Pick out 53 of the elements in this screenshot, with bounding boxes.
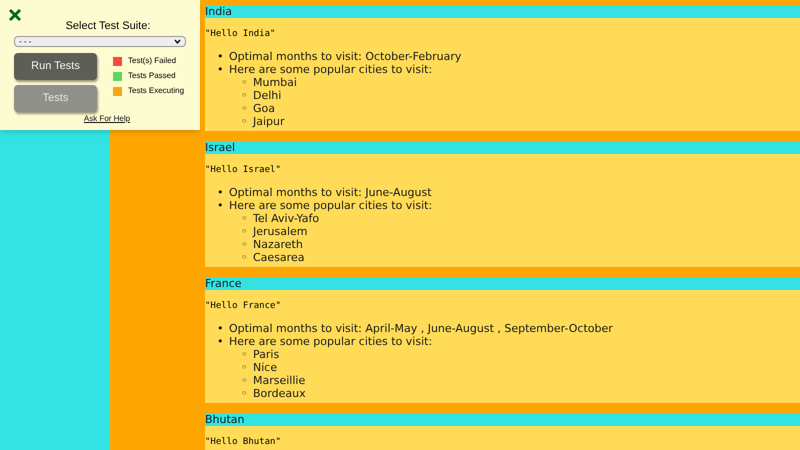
greeting-code: "Hello France" — [205, 300, 281, 312]
fact-text: Here are some popular cities to visit: — [229, 335, 432, 348]
city-text: Caesarea — [253, 251, 304, 264]
close-icon[interactable] — [8, 8, 22, 22]
city-text: Delhi — [253, 89, 282, 102]
fact-text: Here are some popular cities to visit: — [229, 63, 432, 76]
bullet-text: ◦ — [241, 76, 248, 89]
greeting-code: "Hello Bhutan" — [205, 436, 281, 448]
legend-label: Tests Executing — [128, 86, 184, 96]
city-text: Jerusalem — [253, 225, 308, 238]
bullet-text: ◦ — [241, 115, 248, 128]
greeting-code: "Hello Israel" — [205, 164, 281, 176]
bullet-text: ◦ — [241, 225, 248, 238]
legend-label: Tests Passed — [128, 71, 176, 81]
bullet-text: ◦ — [241, 374, 248, 387]
bullet-text: ◦ — [241, 212, 248, 225]
bullet-text: ◦ — [241, 251, 248, 264]
help-link[interactable]: Ask For Help — [84, 114, 130, 124]
city-text: Goa — [253, 102, 275, 115]
fact-text: Optimal months to visit: October-February — [229, 50, 462, 63]
panel-title: Select Test Suite: — [66, 20, 150, 32]
fact-text: Optimal months to visit: June-August — [229, 186, 432, 199]
country-heading: Israel — [205, 141, 800, 154]
test-button[interactable]: Run Tests — [14, 53, 97, 80]
bullet-text: • — [217, 50, 224, 63]
bullet-text: • — [217, 186, 224, 199]
fact-text: Optimal months to visit: April-May , June-August , September-October — [229, 322, 613, 335]
city-text: Nazareth — [253, 238, 303, 251]
bullet-text: ◦ — [241, 361, 248, 374]
city-text: Mumbai — [253, 76, 297, 89]
city-text: Marseillie — [253, 374, 306, 387]
bullet-text: • — [217, 335, 224, 348]
city-text: Bordeaux — [253, 387, 306, 400]
country-heading: India — [205, 5, 800, 18]
legend-label: Test(s) Failed — [128, 56, 176, 66]
bullet-text: ◦ — [241, 89, 248, 102]
chevron-icon — [174, 39, 181, 44]
city-text: Tel Aviv-Yafo — [253, 212, 320, 225]
bullet-text: • — [217, 199, 224, 212]
city-text: Paris — [253, 348, 280, 361]
city-text: Jaipur — [253, 115, 285, 128]
city-text: Nice — [253, 361, 278, 374]
bullet-text: ◦ — [241, 102, 248, 115]
fact-text: Here are some popular cities to visit: — [229, 199, 432, 212]
bullet-text: • — [217, 63, 224, 76]
country-heading: France — [205, 277, 800, 290]
bullet-text: ◦ — [241, 387, 248, 400]
bullet-text: ◦ — [241, 348, 248, 361]
suite-select[interactable]: - - - — [14, 36, 186, 47]
country-heading: Bhutan — [205, 413, 800, 426]
bullet-text: ◦ — [241, 238, 248, 251]
greeting-code: "Hello India" — [205, 28, 276, 40]
bullet-text: • — [217, 322, 224, 335]
